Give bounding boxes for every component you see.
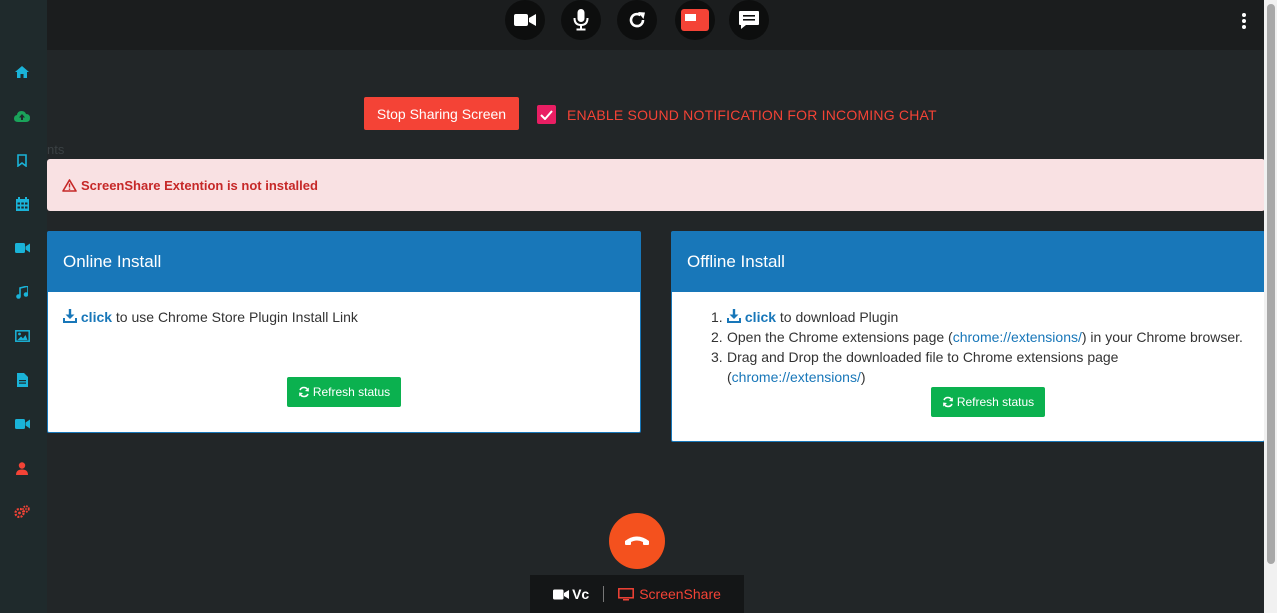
phone-hangup-icon: [625, 536, 649, 545]
music-icon: [16, 285, 28, 299]
extension-not-installed-alert: ScreenShare Extention is not installed: [47, 159, 1265, 211]
calendar-icon: [15, 197, 29, 211]
image-icon: [14, 330, 30, 342]
chat-icon: [739, 11, 759, 29]
offline-install-steps: 1. click to download Plugin 2. Open the …: [711, 307, 1264, 387]
warning-triangle-icon: [62, 178, 77, 192]
tab-vc[interactable]: Vc: [553, 586, 589, 602]
scrollbar-thumb[interactable]: [1267, 4, 1275, 564]
stop-sharing-screen-button[interactable]: Stop Sharing Screen: [364, 97, 519, 130]
left-sidebar: [0, 50, 47, 613]
video-camera-icon: [514, 14, 536, 26]
offline-install-panel: Offline Install 1. click to download Plu…: [671, 231, 1265, 442]
microphone-icon: [573, 9, 589, 31]
camera-toggle-button[interactable]: [505, 0, 545, 40]
offline-step-3: 3. Drag and Drop the downloaded file to …: [711, 349, 1119, 385]
offline-download-click-link[interactable]: click: [745, 309, 776, 325]
chrome-extensions-link-2[interactable]: chrome://extensions/: [732, 369, 861, 385]
offline-refresh-status-button[interactable]: Refresh status: [931, 387, 1045, 417]
screen-share-toggle-button[interactable]: [675, 0, 715, 40]
online-install-title: Online Install: [48, 232, 640, 292]
sound-notification-checkbox[interactable]: [537, 105, 556, 124]
refresh-icon: [943, 396, 953, 408]
tab-screenshare[interactable]: ScreenShare: [618, 586, 721, 602]
download-icon: [63, 309, 77, 323]
microphone-toggle-button[interactable]: [561, 0, 601, 40]
online-refresh-label: Refresh status: [312, 385, 391, 399]
bookmark-icon: [17, 153, 27, 167]
download-icon: [727, 309, 741, 323]
sound-notification-label: ENABLE SOUND NOTIFICATION FOR INCOMING C…: [567, 106, 937, 123]
monitor-icon: [618, 587, 635, 600]
online-install-panel: Online Install click to use Chrome Store…: [47, 231, 641, 433]
offline-step-2: 2. Open the Chrome extensions page (chro…: [711, 329, 1243, 345]
sidebar-item-settings[interactable]: [12, 502, 32, 522]
kebab-menu-icon: [1242, 13, 1246, 29]
tab-separator: [603, 586, 605, 602]
home-icon: [15, 66, 29, 78]
more-options-button[interactable]: [1236, 10, 1252, 32]
video-camera-icon: [14, 419, 30, 429]
online-install-body: click to use Chrome Store Plugin Install…: [48, 292, 640, 325]
offline-step-1: 1. click to download Plugin: [711, 309, 899, 325]
sidebar-item-upload[interactable]: [12, 106, 32, 126]
sidebar-item-calendar[interactable]: [12, 194, 32, 214]
top-toolbar: [0, 0, 1264, 50]
refresh-icon: [299, 386, 309, 398]
checkmark-icon: [540, 109, 553, 120]
obscured-text: nts: [47, 142, 65, 157]
sidebar-item-user[interactable]: [12, 458, 32, 478]
gears-icon: [14, 505, 30, 519]
offline-refresh-label: Refresh status: [956, 395, 1035, 409]
sidebar-item-music[interactable]: [12, 282, 32, 302]
offline-install-body: 1. click to download Plugin 2. Open the …: [672, 292, 1264, 387]
online-install-text: to use Chrome Store Plugin Install Link: [115, 309, 358, 325]
page-scrollbar[interactable]: [1264, 0, 1277, 613]
online-install-click-link[interactable]: click: [81, 309, 112, 325]
video-camera-icon: [553, 589, 570, 599]
offline-install-title: Offline Install: [672, 232, 1264, 292]
sidebar-item-documents[interactable]: [12, 370, 32, 390]
tab-screenshare-label: ScreenShare: [639, 586, 721, 602]
sidebar-item-bookmark[interactable]: [12, 150, 32, 170]
user-icon: [16, 461, 28, 475]
cloud-upload-icon: [14, 111, 30, 122]
alert-message: ScreenShare Extention is not installed: [81, 177, 318, 193]
online-install-link[interactable]: click: [63, 309, 116, 325]
topbar-left-block: [0, 0, 47, 50]
chrome-extensions-link[interactable]: chrome://extensions/: [953, 329, 1082, 345]
mode-tabs: Vc ScreenShare: [530, 575, 744, 613]
chat-toggle-button[interactable]: [729, 0, 769, 40]
screen-share-icon: [681, 9, 709, 31]
refresh-button[interactable]: [617, 0, 657, 40]
sidebar-item-images[interactable]: [12, 326, 32, 346]
sidebar-item-home[interactable]: [12, 62, 32, 82]
online-refresh-status-button[interactable]: Refresh status: [287, 377, 401, 407]
video-camera-icon: [14, 243, 30, 253]
sidebar-item-video-2[interactable]: [12, 414, 32, 434]
document-icon: [16, 373, 28, 387]
tab-vc-label: Vc: [572, 586, 590, 602]
sidebar-item-video[interactable]: [12, 238, 32, 258]
refresh-icon: [629, 12, 645, 28]
end-call-button[interactable]: [609, 513, 665, 569]
sound-notification-toggle[interactable]: ENABLE SOUND NOTIFICATION FOR INCOMING C…: [537, 105, 937, 124]
